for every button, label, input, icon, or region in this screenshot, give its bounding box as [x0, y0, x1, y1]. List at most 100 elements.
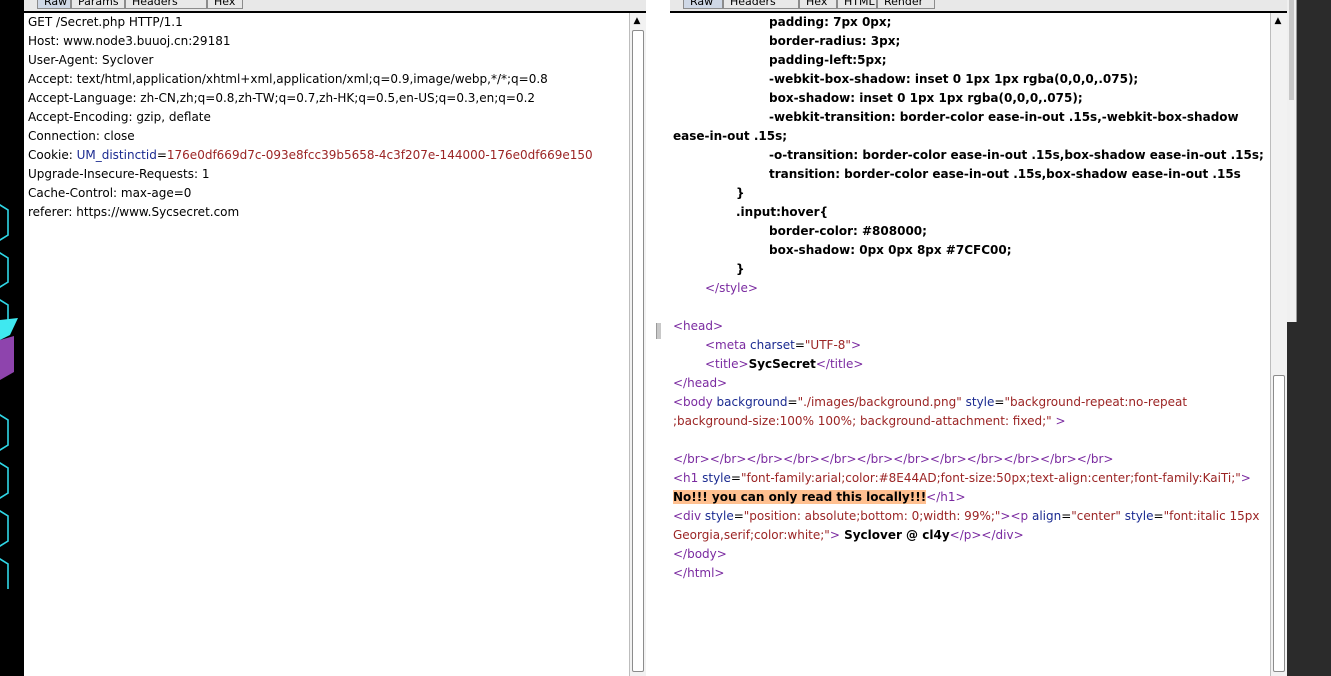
- tab-headers[interactable]: Headers: [723, 0, 799, 9]
- body-val: "./images/background.png": [797, 395, 962, 409]
- response-panel: Raw Headers Hex HTML Render padding: 7px…: [670, 0, 1287, 676]
- css-line: padding-left:5px;: [769, 53, 887, 67]
- p-val: "center": [1071, 509, 1121, 523]
- response-scroll-thumb[interactable]: [1273, 375, 1285, 672]
- p-end: >: [829, 528, 840, 542]
- cookie-eq: =: [156, 148, 167, 162]
- title-line: <title>SycSecret</title>: [705, 355, 863, 374]
- p-val: "font:italic 15px: [1163, 509, 1260, 523]
- div-line-cont: Georgia,serif;color:white;"> Syclover @ …: [673, 526, 1024, 545]
- tab-raw[interactable]: Raw: [37, 0, 71, 9]
- request-scroll-thumb[interactable]: [632, 30, 644, 672]
- head-open-tag: <head>: [673, 319, 724, 333]
- cookie-name: UM_distinctid: [76, 148, 157, 162]
- meta-val: "UTF-8": [804, 338, 851, 352]
- title-text: SycSecret: [748, 357, 816, 371]
- h1-text-line: No!!! you can only read this locally!!!<…: [673, 488, 966, 507]
- cookie-header: Cookie: UM_distinctid=176e0df669d7c-093e…: [28, 146, 593, 165]
- outer-scroll-thumb[interactable]: [1289, 0, 1294, 100]
- connection-header: Connection: close: [28, 129, 135, 143]
- meta-line: <meta charset="UTF-8">: [705, 336, 861, 355]
- host-header: Host: www.node3.buuoj.cn:29181: [28, 34, 231, 48]
- cache-control-header: Cache-Control: max-age=0: [28, 186, 192, 200]
- h1-tag: <h1: [673, 471, 699, 485]
- css-line: }: [736, 262, 745, 276]
- h1-close-tag: </h1>: [926, 490, 966, 504]
- scroll-up-arrow-icon[interactable]: ▲: [632, 16, 642, 26]
- background-decoration: [0, 0, 24, 676]
- css-line: padding: 7px 0px;: [769, 15, 892, 29]
- body-open-line-cont: ;background-size:100% 100%; background-a…: [673, 412, 1066, 431]
- p-attr: style: [1120, 509, 1154, 523]
- p-attr: align: [1028, 509, 1062, 523]
- footer-text: Syclover @ cl4y: [839, 528, 950, 542]
- accept-encoding-header: Accept-Encoding: gzip, deflate: [28, 110, 211, 124]
- accept-header: Accept: text/html,application/xhtml+xml,…: [28, 72, 548, 86]
- response-editor[interactable]: padding: 7px 0px; border-radius: 3px; pa…: [670, 13, 1271, 676]
- request-tabbar: Raw Params Headers Hex: [24, 0, 646, 13]
- css-line: ease-in-out .15s;: [673, 129, 788, 143]
- tab-raw[interactable]: Raw: [683, 0, 723, 9]
- div-val: "position: absolute;bottom: 0;width: 99%…: [743, 509, 1001, 523]
- tab-render[interactable]: Render: [877, 0, 935, 9]
- css-line: -webkit-transition: border-color ease-in…: [769, 110, 1239, 124]
- css-line: .input:hover{: [736, 205, 829, 219]
- p-close-tag: </p>: [949, 528, 982, 542]
- tab-params[interactable]: Params: [71, 0, 125, 9]
- title-close-tag: </title>: [815, 357, 864, 371]
- meta-tag: <meta: [705, 338, 747, 352]
- outer-window-edge: [1287, 0, 1331, 676]
- div-line: <div style="position: absolute;bottom: 0…: [673, 509, 1260, 523]
- h1-val: "font-family:arial;color:#8E44AD;font-si…: [740, 471, 1241, 485]
- body-val: "background-repeat:no-repeat: [1004, 395, 1188, 409]
- scroll-up-arrow-icon[interactable]: ▲: [1273, 16, 1283, 26]
- body-val: ;background-size:100% 100%; background-a…: [673, 414, 1052, 428]
- h1-end: >: [1240, 471, 1251, 485]
- css-line: }: [736, 186, 745, 200]
- body-attr: style: [961, 395, 995, 409]
- div-tag: <div: [673, 509, 702, 523]
- upgrade-insecure-header: Upgrade-Insecure-Requests: 1: [28, 167, 210, 181]
- css-line: border-color: #808000;: [769, 224, 927, 238]
- body-end: >: [1051, 414, 1066, 428]
- div-end: >: [1000, 509, 1011, 523]
- tab-hex[interactable]: Hex: [207, 0, 243, 9]
- body-attr: background: [712, 395, 788, 409]
- p-val: Georgia,serif;color:white;": [673, 528, 830, 542]
- style-close-tag: </style>: [705, 281, 758, 295]
- css-line: -webkit-box-shadow: inset 0 1px 1px rgba…: [769, 72, 1139, 86]
- tab-hex[interactable]: Hex: [799, 0, 837, 9]
- css-line: transition: border-color ease-in-out .15…: [769, 167, 1241, 181]
- css-line: border-radius: 3px;: [769, 34, 901, 48]
- body-open-line: <body background="./images/background.pn…: [673, 395, 1188, 409]
- tab-html[interactable]: HTML: [837, 0, 877, 9]
- referer-header: referer: https://www.Sycsecret.com: [28, 205, 240, 219]
- tab-headers[interactable]: Headers: [125, 0, 207, 9]
- title-open-tag: <title>: [705, 357, 749, 371]
- response-scrollbar[interactable]: ▲: [1270, 13, 1287, 676]
- cookie-value: 176e0df669d7c-093e8fcc39b5658-4c3f207e-1…: [166, 148, 593, 162]
- meta-end: >: [850, 338, 861, 352]
- response-tabbar: Raw Headers Hex HTML Render: [670, 0, 1287, 13]
- outer-scrollbar[interactable]: [1287, 0, 1297, 322]
- div-close-tag: </div>: [981, 528, 1024, 542]
- head-close-tag: </head>: [673, 376, 728, 390]
- request-scrollbar[interactable]: ▲: [629, 13, 646, 676]
- h1-open-line: <h1 style="font-family:arial;color:#8E44…: [673, 471, 1251, 485]
- css-line: box-shadow: inset 0 1px 1px rgba(0,0,0,.…: [769, 91, 1083, 105]
- meta-attr: charset: [746, 338, 795, 352]
- h1-attr: style: [698, 471, 731, 485]
- body-close-tag: </body>: [673, 547, 727, 561]
- request-editor[interactable]: GET /Secret.php HTTP/1.1 Host: www.node3…: [24, 13, 630, 676]
- split-grip-icon[interactable]: [656, 323, 661, 339]
- request-panel: Raw Params Headers Hex GET /Secret.php H…: [24, 0, 646, 676]
- p-tag: <p: [1010, 509, 1029, 523]
- css-line: -o-transition: border-color ease-in-out …: [769, 148, 1264, 162]
- html-close-tag: </html>: [673, 566, 725, 580]
- cookie-label: Cookie:: [28, 148, 77, 162]
- highlighted-message: No!!! you can only read this locally!!!: [673, 490, 927, 504]
- body-tag: <body: [673, 395, 713, 409]
- user-agent-header: User-Agent: Syclover: [28, 53, 154, 67]
- br-line: </br></br></br></br></br></br></br></br>…: [673, 452, 1114, 466]
- css-line: box-shadow: 0px 0px 8px #7CFC00;: [769, 243, 1012, 257]
